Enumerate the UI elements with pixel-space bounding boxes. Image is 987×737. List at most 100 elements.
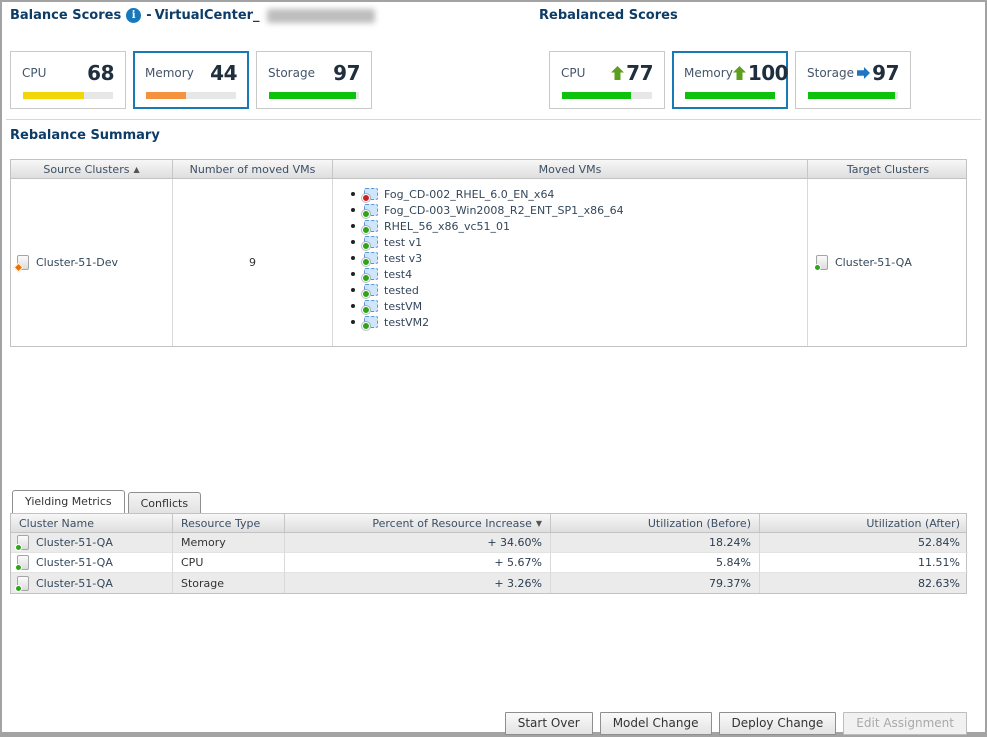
column-header-utilization-before[interactable]: Utilization (Before) (551, 514, 760, 532)
resource-type-cell: Memory (173, 533, 285, 553)
cluster-icon (17, 576, 29, 591)
column-header-resource-type[interactable]: Resource Type (173, 514, 285, 532)
card-value: 97 (333, 61, 360, 85)
moved-vm-item: Fog_CD-003_Win2008_R2_ENT_SP1_x86_64 (351, 202, 624, 218)
balance-score-cards: CPU 68 Memory 44 Storage 97 (10, 51, 372, 109)
start-over-button[interactable]: Start Over (505, 712, 593, 735)
bullet (351, 192, 355, 196)
info-icon[interactable]: i (126, 8, 141, 23)
rebalanced-card-cpu[interactable]: CPU 77 (549, 51, 665, 109)
card-label: CPU (22, 66, 46, 80)
moved-vm-item: Fog_CD-002_RHEL_6.0_EN_x64 (351, 186, 624, 202)
vm-name: tested (384, 284, 419, 297)
bullet (351, 256, 355, 260)
vm-power-icon (362, 242, 370, 250)
metrics-row-memory[interactable]: Cluster-51-QA Memory + 34.60% 18.24% 52.… (11, 533, 966, 553)
cluster-status-dot (15, 544, 22, 551)
card-value: 68 (87, 61, 114, 85)
balance-card-cpu[interactable]: CPU 68 (10, 51, 126, 109)
percent-increase-cell: + 34.60% (285, 533, 551, 553)
bullet (351, 208, 355, 212)
vm-name: Fog_CD-003_Win2008_R2_ENT_SP1_x86_64 (384, 204, 624, 217)
percent-increase-cell: + 5.67% (285, 553, 551, 573)
utilization-before-cell: 79.37% (551, 573, 760, 593)
column-header-utilization-after[interactable]: Utilization (After) (760, 514, 968, 532)
resource-type-cell: Storage (173, 573, 285, 593)
trend-up-icon (733, 66, 746, 80)
vm-icon (364, 300, 378, 312)
summary-table-row[interactable]: Cluster-51-Dev 9 Fog_CD-002_RHEL_6.0_EN_… (11, 179, 966, 346)
bullet (351, 240, 355, 244)
title-separator: - (146, 8, 151, 23)
balance-card-storage[interactable]: Storage 97 (256, 51, 372, 109)
score-bar-fill (269, 92, 356, 99)
deploy-change-button[interactable]: Deploy Change (719, 712, 837, 735)
rebalanced-card-memory[interactable]: Memory 100 (672, 51, 788, 109)
card-value: 100 (748, 61, 788, 85)
moved-vm-item: test v1 (351, 234, 624, 250)
cluster-icon (17, 555, 29, 570)
moved-vm-list: Fog_CD-002_RHEL_6.0_EN_x64 Fog_CD-003_Wi… (351, 186, 624, 330)
trend-right-icon (857, 66, 870, 80)
tab-yielding-metrics[interactable]: Yielding Metrics (12, 490, 125, 513)
target-cluster-name: Cluster-51-QA (835, 256, 912, 269)
edit-assignment-button[interactable]: Edit Assignment (843, 712, 967, 735)
moved-vm-item: testVM (351, 298, 624, 314)
tab-conflicts[interactable]: Conflicts (128, 492, 201, 513)
metrics-row-cpu[interactable]: Cluster-51-QA CPU + 5.67% 5.84% 11.51% (11, 553, 966, 573)
metrics-row-storage[interactable]: Cluster-51-QA Storage + 3.26% 79.37% 82.… (11, 573, 966, 593)
column-header-percent-increase[interactable]: Percent of Resource Increase ▼ (285, 514, 551, 532)
source-cluster-name: Cluster-51-Dev (36, 256, 118, 269)
card-label: Memory (684, 66, 733, 80)
vm-icon (364, 268, 378, 280)
sort-desc-icon: ▼ (536, 519, 542, 528)
utilization-after-cell: 11.51% (760, 553, 968, 573)
score-bar-fill (562, 92, 631, 99)
score-bar (23, 92, 113, 99)
column-header-target-clusters[interactable]: Target Clusters (808, 160, 968, 178)
moved-vm-count: 9 (249, 256, 256, 269)
score-bar-fill (685, 92, 775, 99)
score-bar (146, 92, 236, 99)
vm-icon (364, 204, 378, 216)
rebalance-page: { "header": { "title": "Balance Scores",… (0, 0, 987, 737)
vm-icon (364, 220, 378, 232)
column-header-moved-count[interactable]: Number of moved VMs (173, 160, 333, 178)
vm-power-icon (362, 226, 370, 234)
column-header-moved-vms[interactable]: Moved VMs (333, 160, 808, 178)
card-label: Storage (268, 66, 315, 80)
page-title: Balance Scores i - VirtualCenter_ (10, 8, 375, 23)
utilization-before-cell: 18.24% (551, 533, 760, 553)
rebalanced-card-storage[interactable]: Storage 97 (795, 51, 911, 109)
cluster-icon (17, 255, 29, 270)
score-bar-fill (23, 92, 84, 99)
vm-icon (364, 188, 378, 200)
card-value: 77 (626, 61, 653, 85)
card-label: CPU (561, 66, 585, 80)
redacted-vcenter-name (267, 9, 375, 23)
moved-vm-item: tested (351, 282, 624, 298)
card-label: Memory (145, 66, 194, 80)
vm-name: testVM2 (384, 316, 429, 329)
summary-table-header: Source Clusters ▲ Number of moved VMs Mo… (11, 160, 966, 179)
column-header-cluster-name[interactable]: Cluster Name (11, 514, 173, 532)
vm-power-icon (362, 210, 370, 218)
vm-name: test v3 (384, 252, 422, 265)
cluster-name-cell: Cluster-51-QA (11, 573, 173, 593)
cluster-name-cell: Cluster-51-QA (11, 553, 173, 573)
balance-card-memory[interactable]: Memory 44 (133, 51, 249, 109)
percent-increase-cell: + 3.26% (285, 573, 551, 593)
model-change-button[interactable]: Model Change (600, 712, 712, 735)
target-cluster-cell: Cluster-51-QA (808, 179, 968, 346)
vm-power-icon (362, 322, 370, 330)
vm-power-icon (362, 290, 370, 298)
rebalance-summary-heading: Rebalance Summary (10, 128, 160, 143)
bullet (351, 272, 355, 276)
sort-asc-icon: ▲ (133, 165, 139, 174)
score-bar (562, 92, 652, 99)
vm-name: testVM (384, 300, 422, 313)
rebalance-summary-table: Source Clusters ▲ Number of moved VMs Mo… (10, 159, 967, 347)
vcenter-name: VirtualCenter_ (155, 8, 260, 23)
balance-scores-title: Balance Scores (10, 8, 121, 23)
column-header-source-clusters[interactable]: Source Clusters ▲ (11, 160, 173, 178)
